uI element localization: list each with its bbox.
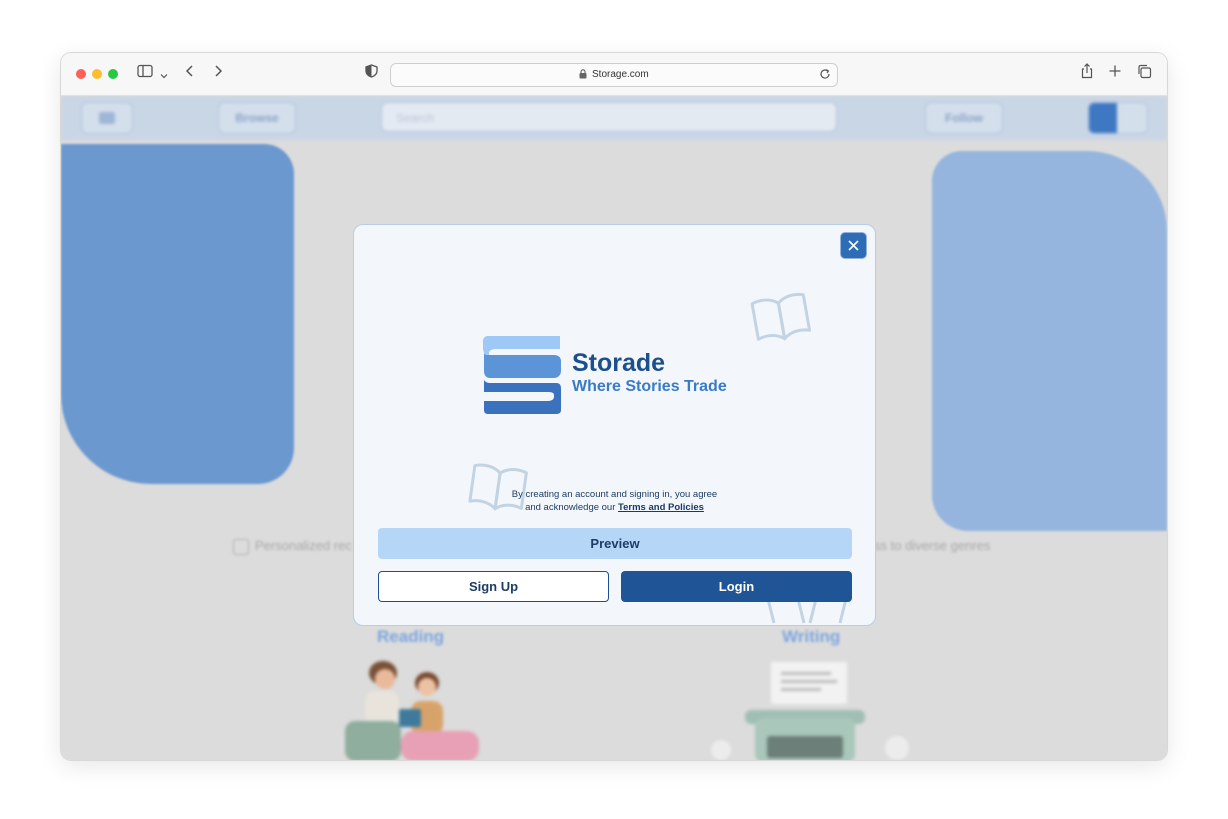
brand-name: Storade — [572, 349, 666, 377]
close-icon — [848, 240, 859, 251]
bg-decor-shape-right — [932, 151, 1167, 531]
preview-button[interactable]: Preview — [378, 528, 852, 559]
forward-icon[interactable] — [213, 64, 223, 83]
address-bar[interactable]: Storage.com — [390, 63, 838, 87]
close-button[interactable] — [840, 232, 867, 259]
bg-avatar — [1088, 102, 1148, 134]
page-content: Browse Search Follow Personalized rec ss… — [61, 96, 1167, 760]
agreement-line-1: By creating an account and signing in, y… — [511, 489, 718, 500]
background-nav: Browse Search Follow — [61, 96, 1167, 140]
browser-window: Storage.com Browse Search Follow Persona… — [61, 53, 1167, 760]
shield-icon[interactable] — [365, 64, 378, 83]
tab-overview-icon[interactable] — [1137, 64, 1152, 84]
brand-tagline: Where Stories Trade — [572, 378, 727, 395]
bg-browse-button: Browse — [218, 102, 296, 134]
sidebar-icon[interactable] — [137, 64, 153, 83]
close-window-button[interactable] — [76, 69, 86, 79]
bg-reading-heading: Reading — [377, 627, 445, 646]
minimize-window-button[interactable] — [92, 69, 102, 79]
terms-link[interactable]: Terms and Policies — [618, 502, 704, 513]
share-icon[interactable] — [1080, 63, 1094, 84]
bg-feature-right: ss to diverse genres — [874, 538, 991, 553]
zoom-window-button[interactable] — [108, 69, 118, 79]
signup-button[interactable]: Sign Up — [378, 571, 609, 602]
url-text: Storage.com — [592, 69, 649, 80]
lock-icon — [579, 69, 587, 82]
new-tab-icon[interactable] — [1108, 64, 1122, 83]
agreement-prefix: and acknowledge our — [525, 502, 619, 513]
agreement-text: By creating an account and signing in, y… — [354, 488, 875, 514]
bg-decor-shape-left — [61, 144, 294, 484]
chevron-down-icon[interactable] — [160, 67, 168, 85]
bg-writing-heading: Writing — [782, 627, 841, 646]
open-book-icon — [750, 292, 812, 341]
browser-toolbar: Storage.com — [61, 53, 1167, 96]
bg-search-input: Search — [381, 102, 837, 132]
open-book-icon — [766, 599, 848, 624]
agreement-line-2: and acknowledge our Terms and Policies — [354, 501, 875, 514]
bg-follow-button: Follow — [925, 102, 1003, 134]
bg-menu-button — [81, 102, 133, 134]
login-button[interactable]: Login — [621, 571, 852, 602]
typewriter-illustration — [701, 662, 931, 760]
reload-icon[interactable] — [819, 68, 831, 83]
back-icon[interactable] — [185, 64, 195, 83]
auth-modal: Storade Where Stories Trade By creating … — [353, 224, 876, 626]
reading-illustration — [323, 659, 483, 760]
storade-logo-icon — [483, 336, 561, 414]
bg-feature-left: Personalized rec — [233, 538, 352, 555]
